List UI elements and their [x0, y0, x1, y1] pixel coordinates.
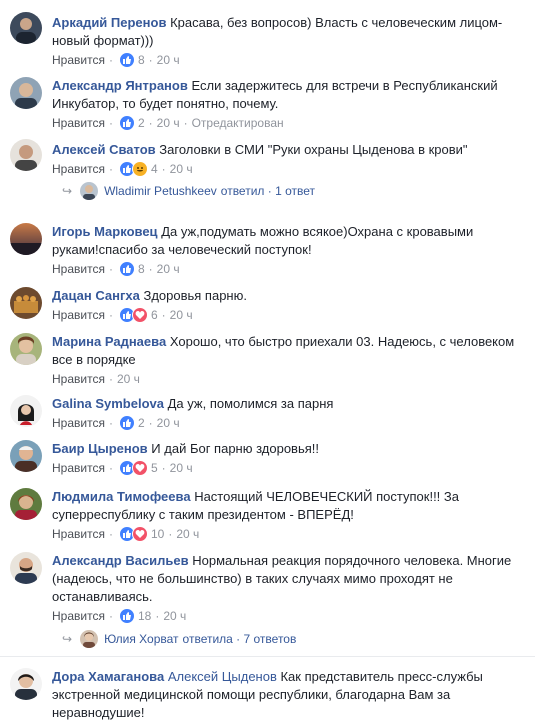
timestamp[interactable]: 20 ч — [157, 261, 180, 277]
love-icon — [131, 526, 148, 542]
reactions[interactable]: 8 — [118, 52, 145, 68]
avatar[interactable] — [10, 12, 42, 44]
comment-text: Заголовки в СМИ "Руки охраны Цыденова в … — [159, 142, 468, 157]
comment-meta: Нравится · 2 · 20 ч — [52, 415, 180, 431]
avatar[interactable] — [10, 552, 42, 584]
mention-link[interactable]: Алексей Цыденов — [168, 669, 277, 684]
like-link[interactable]: Нравится — [52, 115, 105, 131]
comment-meta: Нравится · 2 · 20 ч · Отредактирован — [52, 115, 284, 131]
like-link[interactable]: Нравится — [52, 526, 105, 542]
commenter-name[interactable]: Дора Хамаганова — [52, 669, 164, 684]
timestamp[interactable]: 20 ч — [170, 161, 193, 177]
comment-text: Здоровья парню. — [143, 288, 247, 303]
like-link[interactable]: Нравится — [52, 371, 105, 387]
like-link[interactable]: Нравится — [52, 261, 105, 277]
reply-avatar — [80, 630, 99, 648]
avatar[interactable] — [10, 223, 42, 255]
reactions[interactable]: 2 — [118, 415, 145, 431]
comment-meta: Нравится · 8 · 20 ч — [52, 52, 180, 68]
timestamp[interactable]: 20 ч — [170, 307, 193, 323]
comment-meta: Нравится · 10 · 20 ч — [52, 526, 200, 542]
avatar[interactable] — [10, 139, 42, 171]
reply-arrow-icon: ↪ — [62, 632, 73, 646]
replies-link[interactable]: ↪ Юлия Хорват ответила · 7 ответов — [62, 630, 296, 648]
commenter-name[interactable]: Александр Янтранов — [52, 78, 188, 93]
avatar[interactable] — [10, 395, 42, 427]
reactions[interactable]: 6 — [118, 307, 158, 323]
timestamp[interactable]: 20 ч — [157, 415, 180, 431]
commenter-name[interactable]: Аркадий Перенов — [52, 15, 166, 30]
comment-meta: Нравится · 4 · 20 ч — [52, 161, 193, 177]
like-link[interactable]: Нравится — [52, 161, 105, 177]
timestamp[interactable]: 20 ч — [157, 115, 180, 131]
love-icon — [131, 307, 148, 323]
reply-text[interactable]: ответил · 1 ответ — [221, 182, 315, 200]
avatar[interactable] — [10, 333, 42, 365]
timestamp[interactable]: 20 ч — [117, 371, 140, 387]
timestamp[interactable]: 20 ч — [170, 460, 193, 476]
reactions[interactable]: 8 — [118, 261, 145, 277]
like-link[interactable]: Нравится — [52, 307, 105, 323]
like-icon — [118, 115, 135, 131]
avatar[interactable] — [10, 440, 42, 472]
like-icon — [118, 261, 135, 277]
like-icon — [118, 415, 135, 431]
reactions[interactable]: 2 — [118, 115, 145, 131]
timestamp[interactable]: 20 ч — [163, 608, 186, 624]
avatar[interactable] — [10, 668, 42, 700]
reactions[interactable]: 10 — [118, 526, 164, 542]
haha-icon — [131, 161, 148, 177]
reply-avatar — [80, 182, 99, 200]
comment-meta: Нравится · 20 ч — [52, 371, 140, 387]
avatar[interactable] — [10, 77, 42, 109]
like-icon — [118, 52, 135, 68]
comment-meta: Нравится · 5 · 20 ч — [52, 460, 193, 476]
like-link[interactable]: Нравится — [52, 460, 105, 476]
like-link[interactable]: Нравится — [52, 415, 105, 431]
reply-author[interactable]: Юлия Хорват — [104, 630, 178, 648]
commenter-name[interactable]: Марина Раднаева — [52, 334, 166, 349]
divider — [0, 656, 535, 657]
comment-meta: Нравится · 18 · 20 ч — [52, 608, 187, 624]
comment-text: И дай Бог парню здоровья!! — [151, 441, 319, 456]
commenter-name[interactable]: Александр Васильев — [52, 553, 189, 568]
commenter-name[interactable]: Баир Цыренов — [52, 441, 148, 456]
comment-text: Да уж, помолимся за парня — [167, 396, 334, 411]
reply-text[interactable]: ответила · 7 ответов — [183, 630, 297, 648]
like-link[interactable]: Нравится — [52, 52, 105, 68]
commenter-name[interactable]: Людмила Тимофеева — [52, 489, 191, 504]
commenter-name[interactable]: Алексей Сватов — [52, 142, 156, 157]
timestamp[interactable]: 20 ч — [176, 526, 199, 542]
avatar[interactable] — [10, 287, 42, 319]
like-link[interactable]: Нравится — [52, 608, 105, 624]
comment-meta: Нравится · 6 · 20 ч — [52, 307, 193, 323]
edited-label[interactable]: Отредактирован — [192, 115, 284, 131]
reactions[interactable]: 4 — [118, 161, 158, 177]
love-icon — [131, 460, 148, 476]
reactions[interactable]: 5 — [118, 460, 158, 476]
commenter-name[interactable]: Игорь Марковец — [52, 224, 158, 239]
reply-author[interactable]: Wladimir Petushkeev — [104, 182, 217, 200]
avatar[interactable] — [10, 488, 42, 520]
replies-link[interactable]: ↪ Wladimir Petushkeev ответил · 1 ответ — [62, 182, 315, 200]
commenter-name[interactable]: Дацан Сангха — [52, 288, 140, 303]
comment-meta: Нравится · 8 · 20 ч — [52, 261, 180, 277]
commenter-name[interactable]: Galina Symbelova — [52, 396, 164, 411]
timestamp[interactable]: 20 ч — [157, 52, 180, 68]
reply-arrow-icon: ↪ — [62, 184, 73, 198]
like-icon — [118, 608, 135, 624]
reactions[interactable]: 18 — [118, 608, 151, 624]
